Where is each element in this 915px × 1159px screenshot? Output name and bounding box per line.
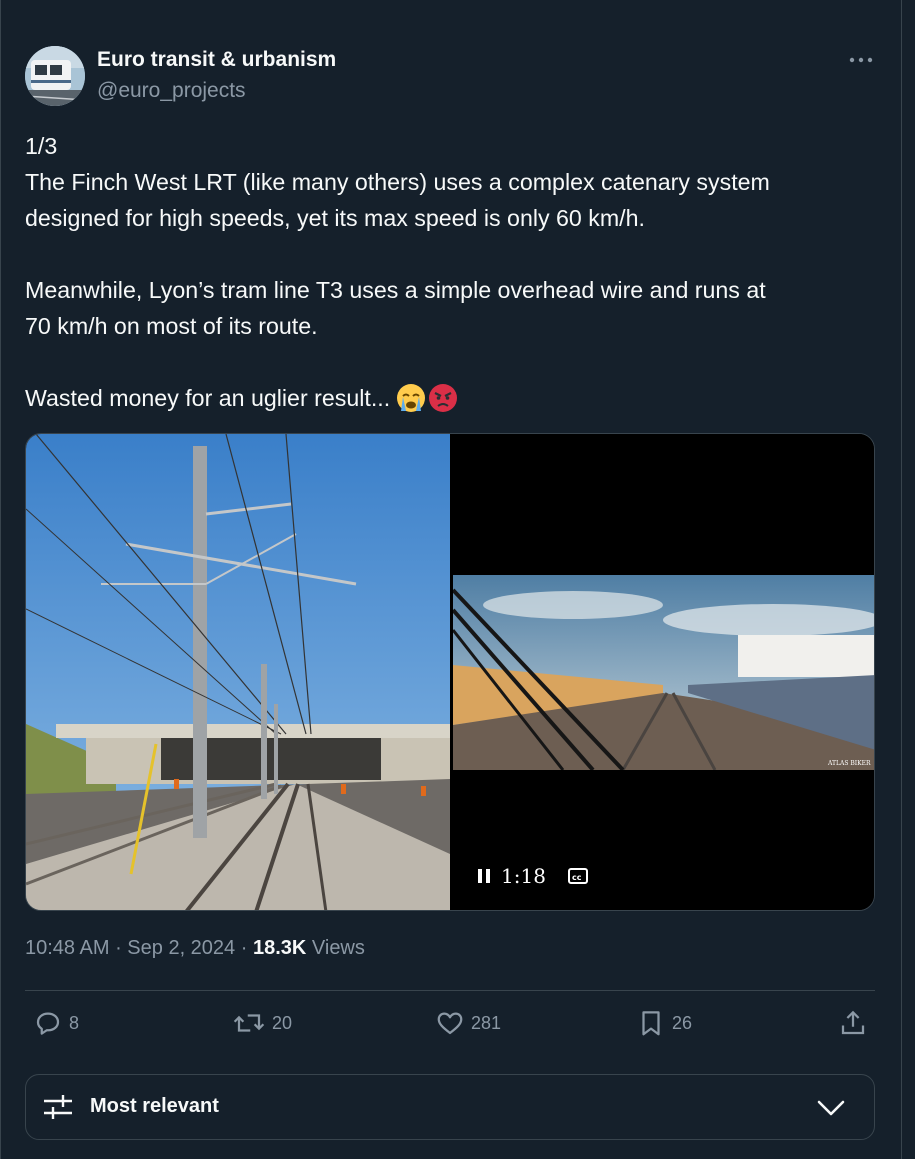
closed-captions-icon[interactable]: cc xyxy=(567,867,588,885)
tweet-line-blank xyxy=(25,236,875,272)
media-grid: ATLAS BIKER 1:18 cc xyxy=(25,433,875,911)
tweet-date[interactable]: Sep 2, 2024 xyxy=(127,937,235,959)
video-watermark: ATLAS BIKER xyxy=(827,760,871,767)
tweet-line: 1/3 xyxy=(25,133,58,159)
reply-sort-dropdown[interactable]: Most relevant xyxy=(25,1074,875,1140)
svg-text:cc: cc xyxy=(572,873,582,882)
sort-label: Most relevant xyxy=(90,1095,219,1117)
video-controls: 1:18 cc xyxy=(477,864,588,888)
tweet-line: Wasted money for an uglier result... xyxy=(25,385,391,411)
column-border-left xyxy=(0,0,1,1159)
views-count: 18.3K xyxy=(252,937,307,959)
tweet-time[interactable]: 10:48 AM xyxy=(25,937,110,959)
share-icon xyxy=(841,1010,865,1035)
tweet-line: 70 km/h on most of its route. xyxy=(25,313,318,339)
reply-count: 8 xyxy=(69,1012,80,1033)
video-time: 1:18 xyxy=(501,864,546,888)
tweet-line-last: Wasted money for an uglier result... xyxy=(25,380,875,416)
tweet-line: Meanwhile, Lyon’s tram line T3 uses a si… xyxy=(25,277,766,303)
views-label: Views xyxy=(311,937,365,959)
repost-icon xyxy=(233,1014,265,1032)
bookmark-icon xyxy=(642,1011,660,1036)
finch-west-catenary-photo[interactable] xyxy=(26,434,450,910)
column-border-right xyxy=(901,0,902,1159)
tweet-text: 1/3 The Finch West LRT (like many others… xyxy=(25,128,875,416)
tweet-meta: 10:48 AM · Sep 2, 2024 · 18.3K Views xyxy=(25,937,365,960)
chevron-down-icon xyxy=(817,1100,845,1116)
reply-icon xyxy=(36,1012,60,1035)
pause-icon[interactable] xyxy=(477,867,491,885)
author-handle[interactable]: @euro_projects xyxy=(97,79,246,103)
meta-divider xyxy=(25,990,875,991)
share-button[interactable] xyxy=(838,1008,868,1038)
more-options-button[interactable] xyxy=(846,48,876,72)
like-count: 281 xyxy=(471,1012,502,1033)
author-name[interactable]: Euro transit & urbanism xyxy=(97,48,336,72)
sliders-icon xyxy=(44,1095,72,1119)
tweet-line-blank xyxy=(25,344,875,380)
lyon-tram-video[interactable]: ATLAS BIKER 1:18 cc xyxy=(451,434,874,910)
heart-icon xyxy=(437,1012,463,1035)
angry-face-emoji xyxy=(429,384,458,412)
like-button[interactable]: 281 xyxy=(435,1008,501,1038)
bookmark-button[interactable]: 26 xyxy=(636,1008,692,1038)
meta-separator: · xyxy=(115,937,128,959)
avatar[interactable] xyxy=(25,46,85,106)
repost-count: 20 xyxy=(272,1012,293,1033)
video-frame: ATLAS BIKER xyxy=(451,575,874,772)
tweet-page: Euro transit & urbanism @euro_projects 1… xyxy=(0,0,915,1159)
meta-separator: · xyxy=(240,937,253,959)
tweet-line: The Finch West LRT (like many others) us… xyxy=(25,169,770,195)
repost-button[interactable]: 20 xyxy=(232,1008,292,1038)
crying-face-emoji xyxy=(397,384,426,412)
tweet-line: designed for high speeds, yet its max sp… xyxy=(25,205,645,231)
bookmark-count: 26 xyxy=(672,1012,693,1033)
reply-button[interactable]: 8 xyxy=(33,1008,79,1038)
ellipsis-icon xyxy=(849,57,873,63)
